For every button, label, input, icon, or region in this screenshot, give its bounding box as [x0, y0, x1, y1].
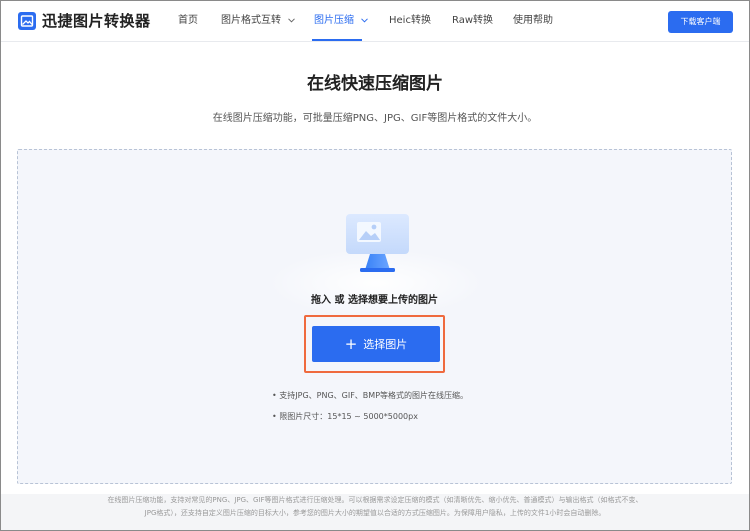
footer-description: 在线图片压缩功能，支持对常见的PNG、JPG、GIF等图片格式进行压缩处理。可以… — [40, 494, 710, 520]
image-convert-icon — [18, 12, 36, 30]
drop-instruction: 拖入 或 选择想要上传的图片 — [311, 295, 438, 306]
footer-line-1: 在线图片压缩功能，支持对常见的PNG、JPG、GIF等图片格式进行压缩处理。可以… — [107, 496, 643, 504]
nav-item-label: 使用帮助 — [513, 15, 553, 26]
active-nav-indicator — [312, 39, 362, 41]
nav-item-label: Heic转换 — [389, 15, 431, 26]
nav-item-label: 图片格式互转 — [221, 15, 281, 26]
nav-item-heic[interactable]: Heic转换 — [389, 14, 431, 28]
download-client-button[interactable]: 下载客户端 — [668, 11, 733, 33]
app-name[interactable]: 迅捷图片转换器 — [42, 12, 151, 30]
select-image-button[interactable]: + 选择图片 — [312, 326, 440, 362]
chevron-down-icon — [288, 17, 296, 23]
select-image-label: 选择图片 — [363, 338, 408, 351]
top-header: 迅捷图片转换器 首页 图片格式互转 图片压缩 Heic转换 Raw转换 使用帮助… — [1, 1, 749, 42]
nav-item-label: 图片压缩 — [314, 15, 354, 26]
upload-hint-size: • 限图片尺寸：15*15 ~ 5000*5000px — [272, 412, 418, 421]
nav-item-raw[interactable]: Raw转换 — [452, 14, 493, 28]
nav-item-home[interactable]: 首页 — [178, 14, 198, 28]
plus-icon: + — [344, 335, 358, 353]
image-upload-illustration — [346, 214, 409, 272]
main-content: 在线快速压缩图片 在线图片压缩功能，可批量压缩PNG、JPG、GIF等图片格式的… — [1, 42, 749, 494]
chevron-down-icon — [361, 17, 369, 23]
upload-hint-formats: • 支持JPG、PNG、GIF、BMP等格式的图片在线压缩。 — [272, 391, 469, 400]
nav-item-compress[interactable]: 图片压缩 — [314, 14, 369, 28]
nav-item-help[interactable]: 使用帮助 — [513, 14, 553, 28]
footer-line-2: JPG格式），还支持自定义图片压缩的目标大小，参考您的图片大小的期望值以合适的方… — [144, 509, 606, 517]
nav-item-label: 首页 — [178, 15, 198, 26]
nav-item-label: Raw转换 — [452, 15, 494, 26]
upload-dropzone[interactable]: 拖入 或 选择想要上传的图片 + 选择图片 • 支持JPG、PNG、GIF、BMP… — [17, 149, 732, 484]
page-title: 在线快速压缩图片 — [307, 74, 443, 94]
page-subtitle: 在线图片压缩功能，可批量压缩PNG、JPG、GIF等图片格式的文件大小。 — [212, 113, 538, 124]
nav-item-format-convert[interactable]: 图片格式互转 — [221, 14, 296, 28]
